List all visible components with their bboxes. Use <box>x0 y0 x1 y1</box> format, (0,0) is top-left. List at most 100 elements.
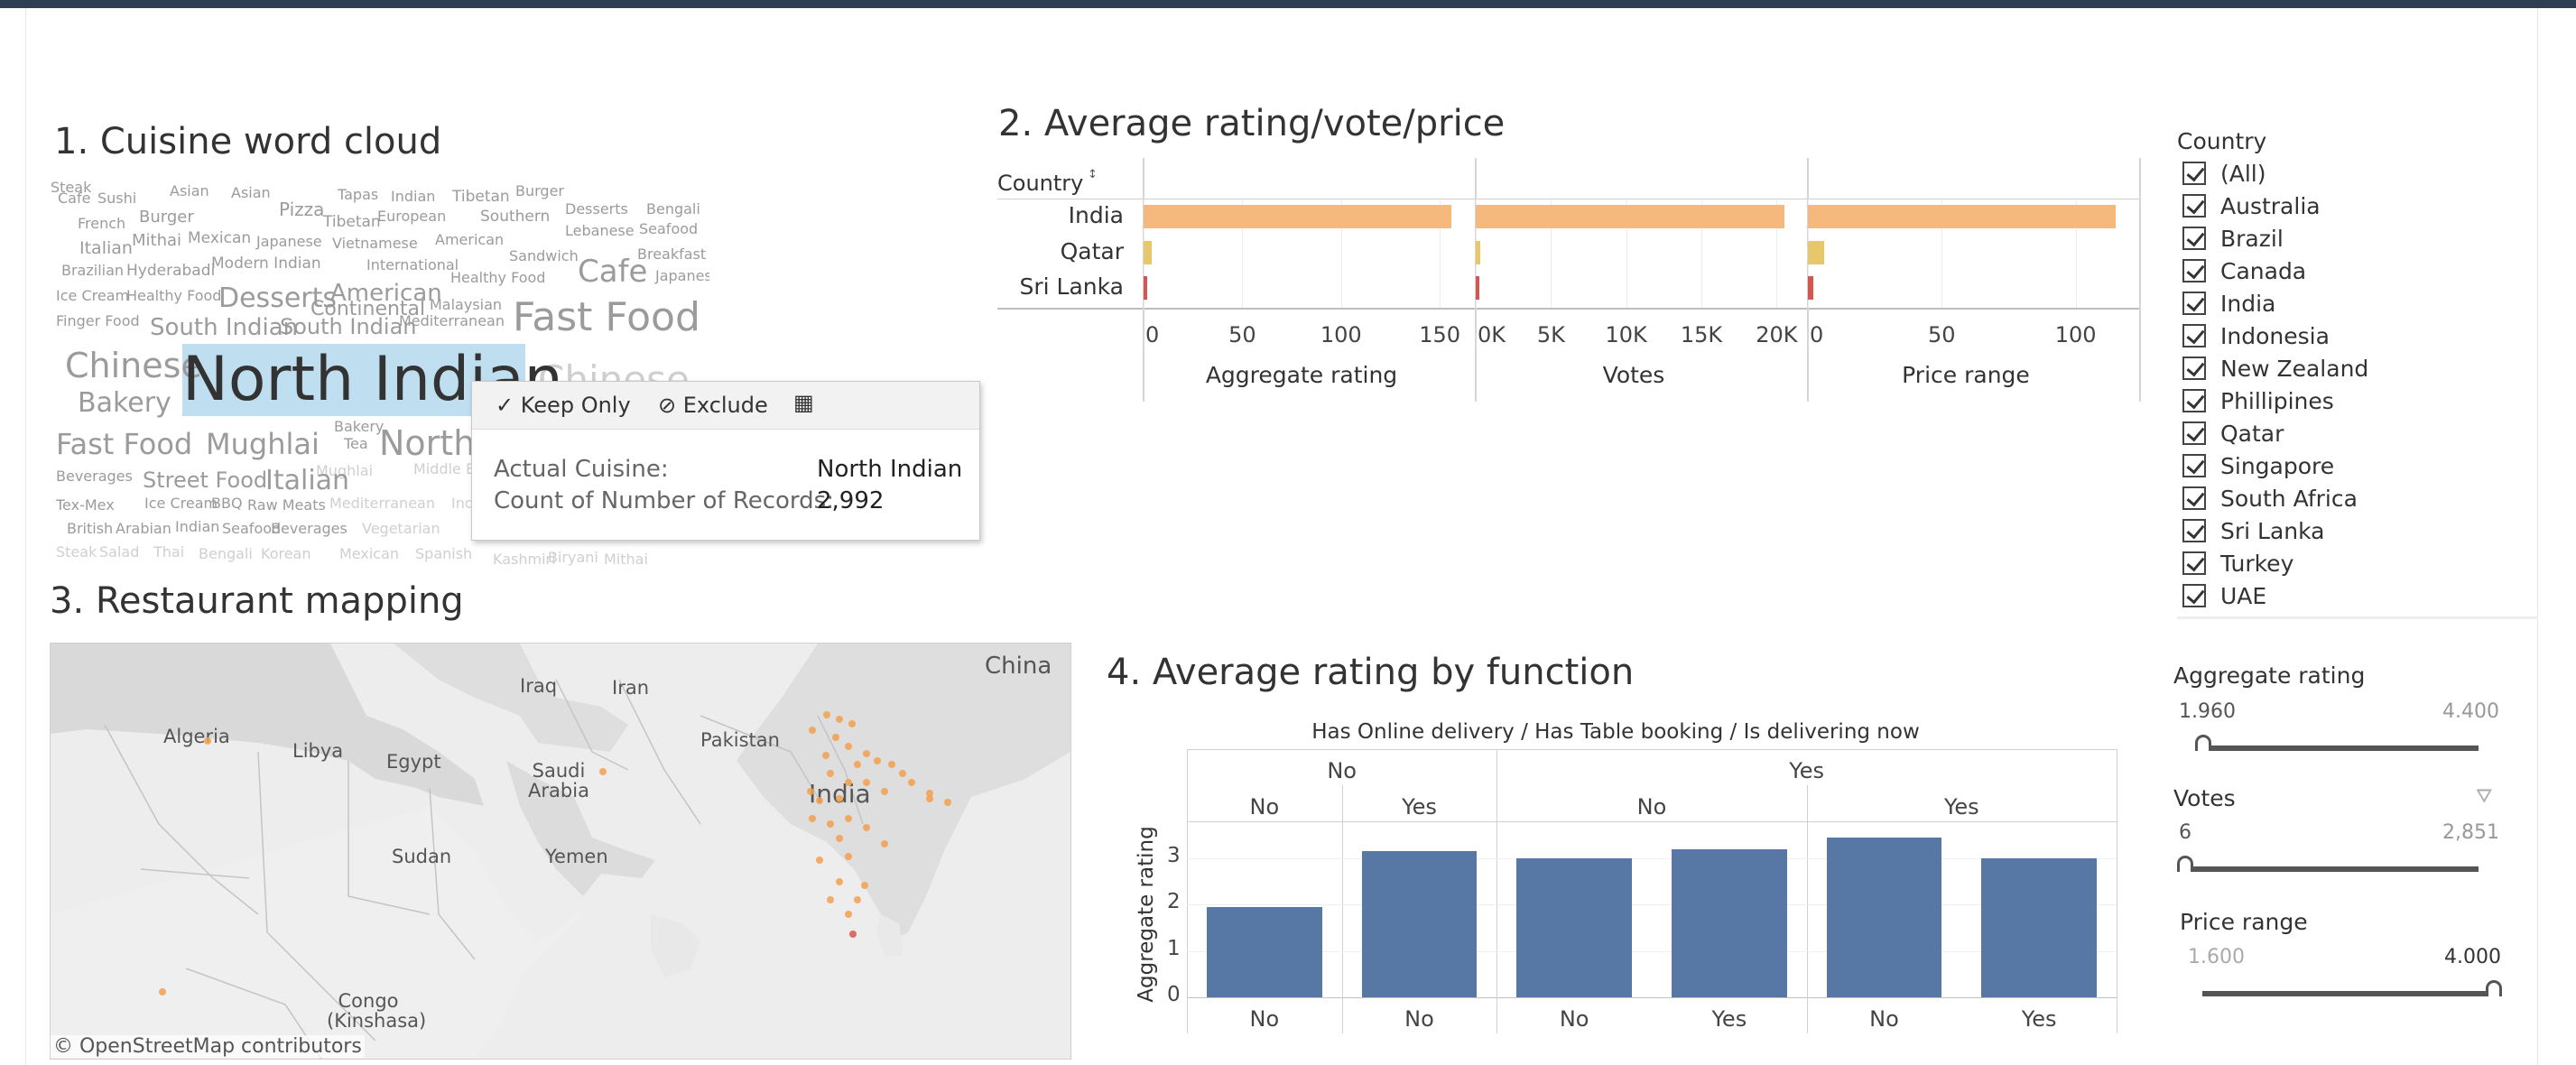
cloud-word[interactable]: Salad <box>99 545 139 560</box>
bar[interactable] <box>1207 906 1322 997</box>
cloud-word[interactable]: American <box>435 233 504 247</box>
restaurant-marker[interactable] <box>881 840 888 847</box>
cloud-word[interactable]: Steak <box>51 181 91 195</box>
cloud-word[interactable]: Beverages <box>271 522 347 536</box>
cloud-word[interactable]: Mexican <box>188 231 251 246</box>
cloud-word[interactable]: Mithai <box>604 552 648 567</box>
checkbox[interactable] <box>2182 551 2206 575</box>
cloud-word[interactable]: Biryani <box>548 551 598 565</box>
cloud-word[interactable]: Fast Food <box>56 430 192 458</box>
checkbox[interactable] <box>2182 584 2206 607</box>
restaurant-marker[interactable] <box>926 795 933 802</box>
restaurant-marker[interactable] <box>832 734 839 741</box>
restaurant-marker[interactable] <box>836 835 843 842</box>
checkbox[interactable] <box>2182 227 2206 250</box>
cloud-word[interactable]: Mexican <box>339 547 399 561</box>
cloud-word[interactable]: Cafe <box>578 256 647 287</box>
restaurant-marker[interactable] <box>807 788 814 795</box>
restaurant-marker[interactable] <box>827 770 834 777</box>
restaurant-marker[interactable] <box>944 799 951 806</box>
cloud-word[interactable]: Brazilian <box>61 264 124 278</box>
restaurant-marker[interactable] <box>204 737 211 745</box>
cloud-word[interactable]: Bengali <box>646 202 700 217</box>
restaurant-marker[interactable] <box>845 911 852 918</box>
checkbox[interactable] <box>2182 519 2206 542</box>
cloud-word[interactable]: Ice Cream <box>56 289 129 303</box>
cloud-word[interactable]: Modern Indian <box>211 256 321 272</box>
cloud-word[interactable]: French <box>78 217 125 231</box>
cloud-word[interactable]: American <box>330 282 442 305</box>
cloud-word[interactable]: Italian <box>79 240 133 257</box>
cloud-word[interactable]: Burger <box>139 209 194 226</box>
view-data-icon[interactable]: ▦ <box>793 390 814 415</box>
restaurant-marker[interactable] <box>822 752 829 759</box>
cloud-word[interactable]: Asian <box>170 184 209 199</box>
checkbox[interactable] <box>2182 194 2206 218</box>
restaurant-marker[interactable] <box>809 815 816 822</box>
restaurant-marker[interactable] <box>845 853 852 860</box>
restaurant-marker[interactable] <box>854 896 861 903</box>
restaurant-marker[interactable] <box>863 779 870 786</box>
cloud-word[interactable]: Beverages <box>56 469 133 484</box>
checkbox[interactable] <box>2182 162 2206 185</box>
checkbox[interactable] <box>2182 259 2206 282</box>
cloud-word[interactable]: Korean <box>261 547 311 561</box>
cloud-word[interactable]: Indian <box>175 520 219 534</box>
restaurant-marker[interactable] <box>881 788 888 795</box>
cloud-word[interactable]: Bengali <box>199 547 253 561</box>
cloud-word[interactable]: Hyderabadi <box>126 264 215 279</box>
bar[interactable] <box>1672 848 1787 997</box>
restaurant-marker[interactable] <box>874 757 881 764</box>
checkbox[interactable] <box>2182 292 2206 315</box>
cloud-word[interactable]: Tibetan <box>323 215 381 230</box>
cloud-word[interactable]: Mediterranean <box>329 496 435 511</box>
cloud-word[interactable]: Steak <box>56 545 97 560</box>
checkbox[interactable] <box>2182 486 2206 510</box>
restaurant-marker[interactable] <box>848 720 856 727</box>
restaurant-marker[interactable] <box>845 779 852 786</box>
bar[interactable] <box>1516 857 1632 997</box>
bar-qatar[interactable] <box>1808 241 1824 264</box>
restaurant-marker[interactable] <box>854 761 861 768</box>
cloud-word[interactable]: Bakery <box>334 420 384 434</box>
cloud-word[interactable]: Tex-Mex <box>56 498 115 513</box>
restaurant-marker-sri-lanka[interactable] <box>849 931 857 938</box>
restaurant-marker[interactable] <box>816 797 823 804</box>
avg-chart[interactable]: Country ↕ India Qatar Sri Lanka 0 50 100 150 Aggr… <box>997 158 2141 402</box>
bar[interactable] <box>1981 857 2097 997</box>
bar[interactable] <box>1826 837 1942 997</box>
map-attribution[interactable]: © OpenStreetMap contributors <box>51 1035 365 1058</box>
cloud-word[interactable]: BBQ <box>211 496 243 511</box>
cloud-word[interactable]: Desserts <box>565 202 628 217</box>
checkbox[interactable] <box>2182 357 2206 380</box>
restaurant-marker[interactable] <box>816 857 823 864</box>
cloud-word[interactable]: Vegetarian <box>362 522 440 536</box>
restaurant-marker[interactable] <box>827 896 834 903</box>
restaurant-marker[interactable] <box>863 824 870 831</box>
cloud-word[interactable]: Japanese <box>655 269 709 283</box>
restaurant-marker[interactable] <box>827 820 834 828</box>
bar[interactable] <box>1361 851 1478 997</box>
bar-sri-lanka[interactable] <box>1808 276 1813 300</box>
cloud-word[interactable]: Japanese <box>256 235 322 249</box>
exclude-button[interactable]: ⊘ Exclude <box>658 393 768 418</box>
cloud-word[interactable]: Healthy Food <box>450 271 545 285</box>
bar-qatar[interactable] <box>1144 241 1152 264</box>
cloud-word[interactable]: Spanish <box>415 547 472 561</box>
filter-funnel-icon[interactable]: ⛛ <box>2476 785 2492 808</box>
price-slider-handle[interactable] <box>2486 980 2502 996</box>
cloud-word[interactable]: Healthy Food <box>126 289 221 303</box>
function-chart[interactable]: Has Online delivery / Has Table booking … <box>1119 713 2130 1038</box>
restaurant-marker[interactable] <box>888 761 895 768</box>
bar-qatar[interactable] <box>1476 241 1480 264</box>
cloud-word[interactable]: South Indian <box>150 316 298 339</box>
cloud-word[interactable]: Thai <box>153 545 184 560</box>
cloud-word[interactable]: Tibetan <box>452 190 510 205</box>
restaurant-marker[interactable] <box>845 743 852 750</box>
cloud-word[interactable]: Tapas <box>338 188 378 202</box>
cloud-word[interactable]: Fast Food <box>513 298 700 338</box>
cloud-word[interactable]: Desserts <box>218 285 337 312</box>
restaurant-marker[interactable] <box>809 727 816 734</box>
restaurant-marker[interactable] <box>899 770 906 777</box>
cloud-word[interactable]: Asian <box>231 186 271 200</box>
